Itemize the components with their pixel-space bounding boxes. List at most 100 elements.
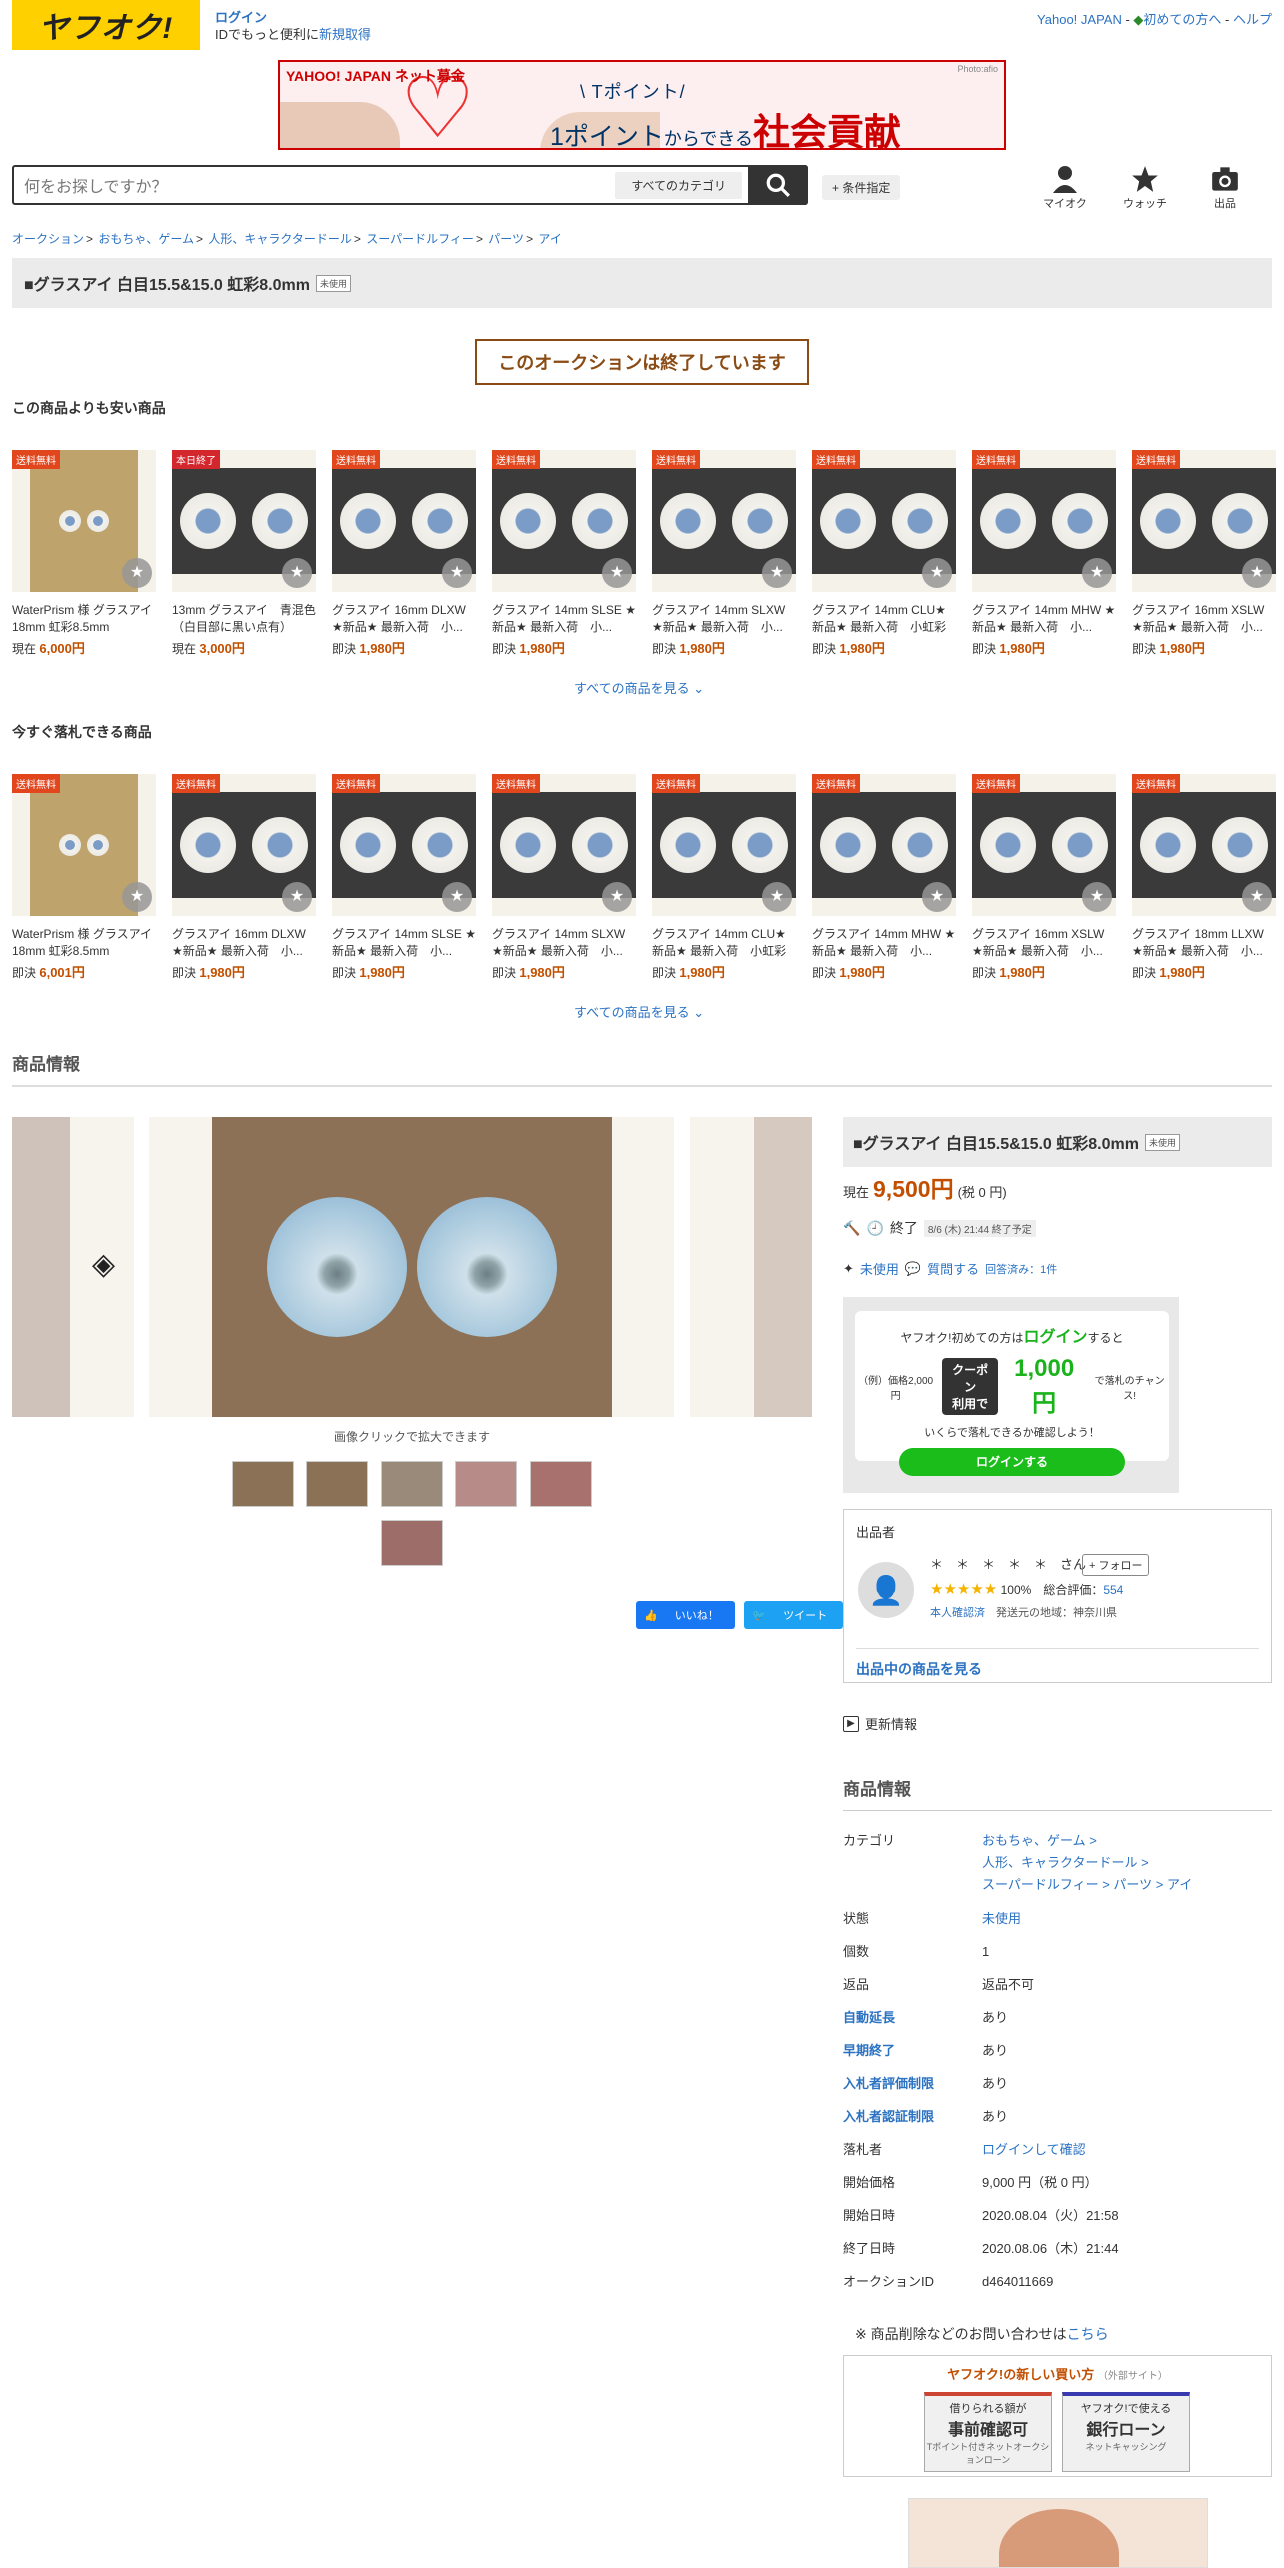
- product-name[interactable]: グラスアイ 14mm SLSE ★新品★ 最新入荷 小...: [492, 602, 636, 636]
- product-card[interactable]: 送料無料 ★ グラスアイ 16mm DLXW ★新品★ 最新入荷 小... 即決 1,…: [332, 450, 476, 657]
- product-card[interactable]: 送料無料 ★ グラスアイ 16mm XSLW ★新品★ 最新入荷 小... 即決 1,…: [1132, 450, 1276, 657]
- product-card[interactable]: 送料無料 ★ グラスアイ 14mm MHW ★新品★ 最新入荷 小... 即決 1,9…: [812, 774, 956, 981]
- product-card[interactable]: 送料無料 ★ グラスアイ 14mm CLU★新品★ 最新入荷 小虹彩 即決 1,980…: [812, 450, 956, 657]
- info-key[interactable]: 自動延長: [843, 2007, 895, 2029]
- watch-star-icon[interactable]: ★: [602, 882, 632, 912]
- verified-link[interactable]: 本人確認済: [930, 1607, 985, 1619]
- prev-arrow-icon[interactable]: ◈: [92, 1247, 115, 1282]
- loan-tile-2[interactable]: ヤフオク!で使える 銀行ローン ネットキャッシング: [1062, 2392, 1190, 2472]
- thumbnail[interactable]: [455, 1461, 517, 1507]
- product-card[interactable]: 送料無料 ★ グラスアイ 14mm SLSE ★新品★ 最新入荷 小... 即決 1,…: [332, 774, 476, 981]
- loan-tile-1[interactable]: 借りられる額が 事前確認可 Tポイント付きネットオークションローン: [924, 2392, 1052, 2472]
- search-button[interactable]: [748, 165, 808, 205]
- product-card[interactable]: 送料無料 ★ グラスアイ 16mm DLXW ★新品★ 最新入荷 小... 即決 1,…: [172, 774, 316, 981]
- product-name[interactable]: グラスアイ 14mm SLSE ★新品★ 最新入荷 小...: [332, 926, 476, 960]
- see-all-cheaper-link[interactable]: すべての商品を見る ⌄: [574, 678, 704, 697]
- product-card[interactable]: 送料無料 ★ WaterPrism 様 グラスアイ 18mm 虹彩8.5mm 即決 6…: [12, 774, 156, 981]
- product-name[interactable]: グラスアイ 14mm MHW ★新品★ 最新入荷 小...: [812, 926, 956, 960]
- breadcrumb-item[interactable]: パーツ: [488, 232, 524, 246]
- watch-button[interactable]: ウォッチ: [1115, 165, 1175, 211]
- watch-star-icon[interactable]: ★: [1242, 882, 1272, 912]
- product-card[interactable]: 送料無料 ★ グラスアイ 14mm SLSE ★新品★ 最新入荷 小... 即決 1,…: [492, 450, 636, 657]
- follow-button[interactable]: + フォロー: [1082, 1554, 1150, 1576]
- breadcrumb-item[interactable]: 人形、キャラクタードール: [208, 232, 352, 246]
- breadcrumb-item[interactable]: アイ: [538, 232, 561, 246]
- help-link[interactable]: ヘルプ: [1233, 12, 1272, 27]
- yahuoku-logo[interactable]: ヤフオク!: [12, 0, 200, 50]
- tweet-button[interactable]: 🐦 ツイート: [744, 1601, 844, 1629]
- register-link[interactable]: 新規取得: [319, 27, 371, 42]
- product-name[interactable]: グラスアイ 16mm DLXW ★新品★ 最新入荷 小...: [332, 602, 476, 636]
- category-value[interactable]: おもちゃ、ゲーム > 人形、キャラクタードール > スーパードルフィー > パー…: [982, 1830, 1192, 1896]
- product-card[interactable]: 送料無料 ★ グラスアイ 16mm XSLW ★新品★ 最新入荷 小... 即決 1,…: [972, 774, 1116, 981]
- product-card[interactable]: 送料無料 ★ グラスアイ 14mm CLU★新品★ 最新入荷 小虹彩 即決 1,980…: [652, 774, 796, 981]
- product-card[interactable]: 送料無料 ★ グラスアイ 14mm SLXW ★新品★ 最新入荷 小... 即決 1,…: [652, 450, 796, 657]
- main-image[interactable]: [149, 1117, 674, 1417]
- watch-star-icon[interactable]: ★: [282, 558, 312, 588]
- seller-listings-link[interactable]: 出品中の商品を見る: [856, 1648, 1259, 1679]
- answered-count[interactable]: 回答済み：1件: [985, 1261, 1057, 1277]
- watch-star-icon[interactable]: ★: [762, 558, 792, 588]
- product-name[interactable]: グラスアイ 18mm LLXW ★新品★ 最新入荷 小...: [1132, 926, 1276, 960]
- like-button[interactable]: 👍 いいね！: [636, 1601, 735, 1629]
- product-name[interactable]: グラスアイ 14mm SLXW ★新品★ 最新入荷 小...: [492, 926, 636, 960]
- thumbnail[interactable]: [381, 1461, 443, 1507]
- product-name[interactable]: グラスアイ 14mm SLXW ★新品★ 最新入荷 小...: [652, 602, 796, 636]
- watch-star-icon[interactable]: ★: [922, 882, 952, 912]
- product-name[interactable]: グラスアイ 14mm CLU★新品★ 最新入荷 小虹彩: [652, 926, 796, 960]
- watch-star-icon[interactable]: ★: [1242, 558, 1272, 588]
- product-card[interactable]: 本日終了 ★ 13mm グラスアイ 青混色（白目部に黒い点有） 現在 3,000円: [172, 450, 316, 657]
- avatar[interactable]: 👤: [858, 1562, 914, 1618]
- category-select[interactable]: すべてのカテゴリ: [615, 171, 742, 199]
- product-name[interactable]: 13mm グラスアイ 青混色（白目部に黒い点有）: [172, 602, 316, 636]
- watch-star-icon[interactable]: ★: [922, 558, 952, 588]
- info-key[interactable]: 入札者認証制限: [843, 2106, 934, 2128]
- product-name[interactable]: WaterPrism 様 グラスアイ 18mm 虹彩8.5mm: [12, 926, 156, 960]
- next-image-preview[interactable]: [690, 1117, 812, 1417]
- info-value[interactable]: ログインして確認: [982, 2139, 1086, 2161]
- myauction-button[interactable]: マイオク: [1035, 165, 1095, 211]
- seller-name[interactable]: ＊ ＊ ＊ ＊ ＊ さん: [930, 1554, 1086, 1573]
- question-link[interactable]: 質問する: [927, 1259, 979, 1278]
- login-link[interactable]: ログイン: [215, 9, 371, 26]
- thumbnail[interactable]: [530, 1461, 592, 1507]
- product-card[interactable]: 送料無料 ★ WaterPrism 様 グラスアイ 18mm 虹彩8.5mm 現在 6…: [12, 450, 156, 657]
- watch-star-icon[interactable]: ★: [122, 558, 152, 588]
- product-card[interactable]: 送料無料 ★ グラスアイ 14mm SLXW ★新品★ 最新入荷 小... 即決 1,…: [492, 774, 636, 981]
- condition-button[interactable]: + 条件指定: [822, 175, 901, 200]
- product-card[interactable]: 送料無料 ★ グラスアイ 14mm MHW ★新品★ 最新入荷 小... 即決 1,9…: [972, 450, 1116, 657]
- rating-count-link[interactable]: 554: [1103, 1583, 1123, 1597]
- info-key[interactable]: 早期終了: [843, 2040, 895, 2062]
- watch-star-icon[interactable]: ★: [282, 882, 312, 912]
- breadcrumb-item[interactable]: おもちゃ、ゲーム: [98, 232, 194, 246]
- product-card[interactable]: 送料無料 ★ グラスアイ 18mm LLXW ★新品★ 最新入荷 小... 即決 1,…: [1132, 774, 1276, 981]
- prev-image-preview[interactable]: [12, 1117, 134, 1417]
- see-all-buynow-link[interactable]: すべての商品を見る ⌄: [574, 1002, 704, 1021]
- inquiry-link[interactable]: こちら: [1067, 2326, 1109, 2342]
- thumbnail[interactable]: [232, 1461, 294, 1507]
- product-name[interactable]: グラスアイ 16mm XSLW ★新品★ 最新入荷 小...: [972, 926, 1116, 960]
- product-name[interactable]: WaterPrism 様 グラスアイ 18mm 虹彩8.5mm: [12, 602, 156, 636]
- watch-star-icon[interactable]: ★: [762, 882, 792, 912]
- beginner-link[interactable]: 初めての方へ: [1143, 12, 1221, 27]
- thumbnail[interactable]: [306, 1461, 368, 1507]
- thumbnail[interactable]: [381, 1520, 443, 1566]
- breadcrumb-item[interactable]: オークション: [12, 232, 84, 246]
- watch-star-icon[interactable]: ★: [442, 882, 472, 912]
- product-name[interactable]: グラスアイ 16mm DLXW ★新品★ 最新入荷 小...: [172, 926, 316, 960]
- watch-star-icon[interactable]: ★: [1082, 882, 1112, 912]
- info-key[interactable]: 入札者評価制限: [843, 2073, 934, 2095]
- watch-star-icon[interactable]: ★: [1082, 558, 1112, 588]
- promo-login-button[interactable]: ログインする: [899, 1448, 1125, 1476]
- product-name[interactable]: グラスアイ 14mm MHW ★新品★ 最新入荷 小...: [972, 602, 1116, 636]
- update-info-toggle[interactable]: ▶ 更新情報: [843, 1714, 917, 1733]
- watch-star-icon[interactable]: ★: [442, 558, 472, 588]
- yahoo-japan-link[interactable]: Yahoo! JAPAN: [1037, 12, 1122, 27]
- ad-banner[interactable]: ♡ YAHOO! JAPAN ネット募金 Photo:afio \ Tポイント/…: [278, 60, 1006, 150]
- product-name[interactable]: グラスアイ 16mm XSLW ★新品★ 最新入荷 小...: [1132, 602, 1276, 636]
- watch-star-icon[interactable]: ★: [602, 558, 632, 588]
- watch-star-icon[interactable]: ★: [122, 882, 152, 912]
- search-input[interactable]: 何をお探しですか？: [14, 173, 615, 197]
- bottom-ad[interactable]: [908, 2498, 1208, 2568]
- sell-button[interactable]: 出品: [1195, 165, 1255, 211]
